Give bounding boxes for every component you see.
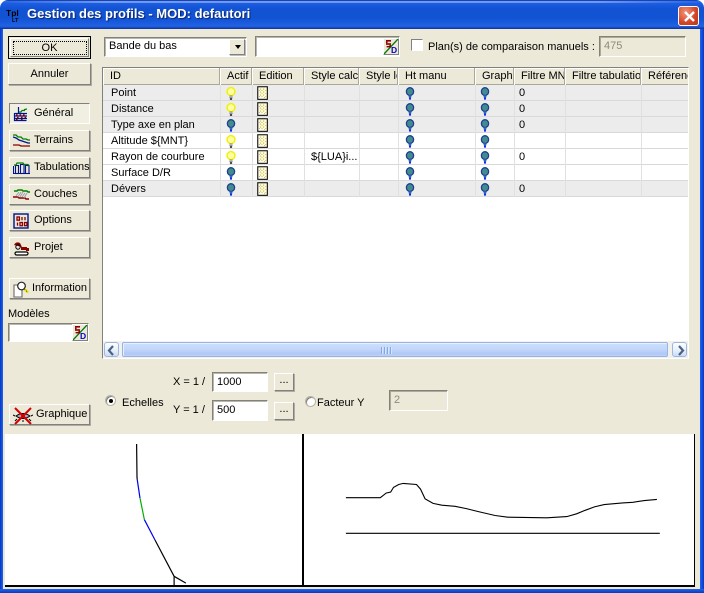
svg-text:Tpl: Tpl — [6, 8, 19, 18]
svg-text:D: D — [391, 45, 397, 54]
svg-text:D: D — [80, 331, 86, 340]
svg-text:LT: LT — [12, 18, 19, 23]
